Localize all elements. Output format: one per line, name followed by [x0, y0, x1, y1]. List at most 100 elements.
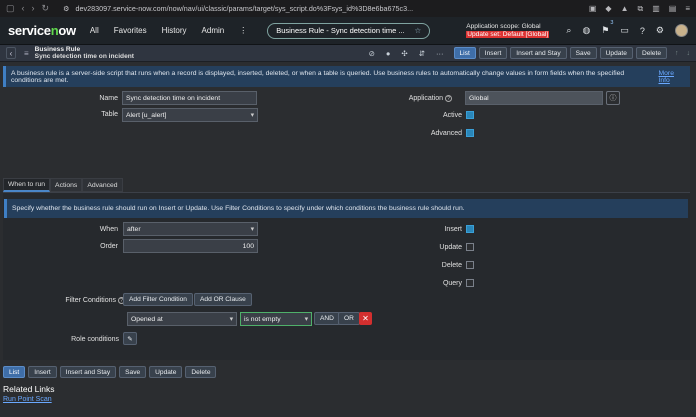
delete-button[interactable]: Delete: [635, 47, 667, 59]
insert-and-stay-button[interactable]: Insert and Stay: [59, 366, 117, 378]
more-info-link[interactable]: More Info: [658, 70, 686, 84]
when-info-text: Specify whether the business rule should…: [12, 205, 465, 212]
help-icon[interactable]: ?: [640, 26, 645, 36]
edit-roles-icon[interactable]: ✎: [123, 332, 137, 345]
info-icon[interactable]: ●: [386, 49, 391, 58]
servicenow-logo[interactable]: servicenow: [8, 23, 76, 38]
table-select[interactable]: Alert [u_alert]: [122, 108, 258, 122]
form-header: ‹ ≡ Business Rule Sync detection time on…: [0, 45, 696, 62]
run-point-scan-link[interactable]: Run Point Scan: [3, 396, 52, 403]
scope-info[interactable]: Application scope: Global Update set: De…: [466, 22, 550, 39]
or-button[interactable]: OR: [338, 312, 360, 325]
add-filter-condition-button[interactable]: Add Filter Condition: [123, 293, 193, 306]
tab-actions[interactable]: Actions: [50, 178, 83, 192]
query-checkbox[interactable]: [466, 279, 474, 287]
active-checkbox[interactable]: [466, 111, 474, 119]
search-icon[interactable]: ⌕: [566, 25, 571, 36]
menu-all[interactable]: All: [90, 26, 99, 35]
filter-conditions-label: Filter Conditions?: [30, 297, 125, 304]
when-info-banner: Specify whether the business rule should…: [4, 199, 688, 218]
forward-icon[interactable]: ›: [32, 3, 35, 14]
application-field: Global: [465, 91, 603, 105]
next-record-icon[interactable]: ↓: [687, 50, 691, 57]
context-menu-icon[interactable]: ≡: [24, 49, 29, 58]
browser-bar: ▢ ‹ › ↻ ⚙ dev283097.service-now.com/now/…: [0, 0, 696, 17]
more-options-icon[interactable]: ···: [436, 49, 444, 58]
globe-icon[interactable]: ◍: [582, 25, 590, 36]
record-name: Sync detection time on incident: [34, 53, 134, 60]
update-label: Update: [439, 244, 462, 251]
delete-button[interactable]: Delete: [185, 366, 217, 378]
screenshot-icon[interactable]: ▣: [589, 4, 597, 13]
sidebar-toggle-icon[interactable]: ▢: [6, 3, 15, 14]
tab-advanced[interactable]: Advanced: [82, 178, 123, 192]
condition-field-select[interactable]: Opened at: [127, 312, 237, 326]
attachment-icon[interactable]: ⊘: [369, 49, 375, 58]
address-bar[interactable]: ⚙ dev283097.service-now.com/now/nav/ui/c…: [63, 4, 413, 13]
application-scope: Application scope: Global: [466, 22, 541, 30]
browser-tools: ▣ ◆ ▲ ⧉ ▥ ▤ ≡: [589, 4, 690, 14]
insert-checkbox[interactable]: [466, 225, 474, 233]
when-select[interactable]: after: [123, 222, 258, 236]
more-menu-icon[interactable]: ⋮: [239, 26, 247, 35]
update-button[interactable]: Update: [599, 47, 633, 59]
context-pill[interactable]: Business Rule - Sync detection time ... …: [267, 22, 431, 39]
previous-record-icon[interactable]: ↑: [675, 50, 679, 57]
back-button[interactable]: ‹: [6, 47, 16, 59]
help-icon[interactable]: ?: [445, 95, 452, 102]
add-or-clause-button[interactable]: Add OR Clause: [194, 293, 252, 306]
info-text: A business rule is a server-side script …: [11, 69, 625, 84]
name-label: Name: [99, 95, 118, 102]
save-button[interactable]: Save: [569, 47, 597, 59]
main-menu: All Favorites History Admin ⋮: [90, 26, 247, 35]
sliders-icon[interactable]: ⇵: [419, 49, 425, 58]
browser-nav: ▢ ‹ › ↻: [6, 3, 49, 14]
tab-when-to-run[interactable]: When to run: [3, 178, 51, 192]
app-header: servicenow All Favorites History Admin ⋮…: [0, 17, 696, 45]
list-button[interactable]: List: [3, 366, 26, 378]
wallet-icon[interactable]: ▤: [669, 4, 677, 13]
activity-icon[interactable]: ✣: [401, 49, 407, 58]
update-checkbox[interactable]: [466, 243, 474, 251]
insert-and-stay-button[interactable]: Insert and Stay: [510, 47, 567, 59]
application-info-icon[interactable]: ⓘ: [606, 91, 620, 105]
settings-icon[interactable]: ⚙: [656, 25, 664, 36]
warning-icon[interactable]: ▲: [621, 4, 629, 13]
star-icon[interactable]: ☆: [414, 26, 421, 35]
url-text[interactable]: dev283097.service-now.com/now/nav/ui/cla…: [76, 4, 414, 13]
delete-checkbox[interactable]: [466, 261, 474, 269]
order-field[interactable]: 100: [123, 239, 258, 253]
and-button[interactable]: AND: [314, 312, 340, 325]
order-label: Order: [100, 243, 118, 250]
save-button[interactable]: Save: [119, 366, 147, 378]
related-links-title: Related Links: [3, 384, 55, 394]
notifications-icon[interactable]: ⚑ 3: [601, 20, 613, 36]
role-conditions-label: Role conditions: [71, 336, 119, 343]
extensions-icon[interactable]: ⧉: [637, 4, 643, 14]
scrollbar[interactable]: [690, 62, 696, 417]
table-label: Table: [101, 111, 118, 118]
remove-condition-icon[interactable]: ✕: [359, 312, 372, 325]
update-button[interactable]: Update: [149, 366, 183, 378]
shield-icon[interactable]: ◆: [605, 4, 611, 13]
when-label: When: [99, 226, 118, 233]
delete-label: Delete: [441, 262, 462, 269]
condition-operator-select[interactable]: is not empty: [240, 312, 312, 326]
site-info-icon[interactable]: ⚙: [63, 4, 69, 13]
insert-button[interactable]: Insert: [478, 47, 508, 59]
name-field[interactable]: Sync detection time on incident: [122, 91, 257, 105]
insert-button[interactable]: Insert: [28, 366, 57, 378]
menu-favorites[interactable]: Favorites: [114, 26, 147, 35]
list-button[interactable]: List: [453, 47, 476, 59]
reload-icon[interactable]: ↻: [42, 3, 50, 14]
avatar[interactable]: [675, 24, 688, 37]
menu-icon[interactable]: ≡: [685, 4, 690, 13]
advanced-checkbox[interactable]: [466, 129, 474, 137]
menu-history[interactable]: History: [162, 26, 187, 35]
chat-icon[interactable]: ▭: [620, 25, 629, 36]
context-title: Business Rule - Sync detection time ...: [276, 26, 405, 35]
menu-admin[interactable]: Admin: [202, 26, 225, 35]
sidebar-icon[interactable]: ▥: [652, 4, 660, 13]
application-label: Application?: [380, 95, 452, 102]
back-icon[interactable]: ‹: [22, 3, 25, 14]
